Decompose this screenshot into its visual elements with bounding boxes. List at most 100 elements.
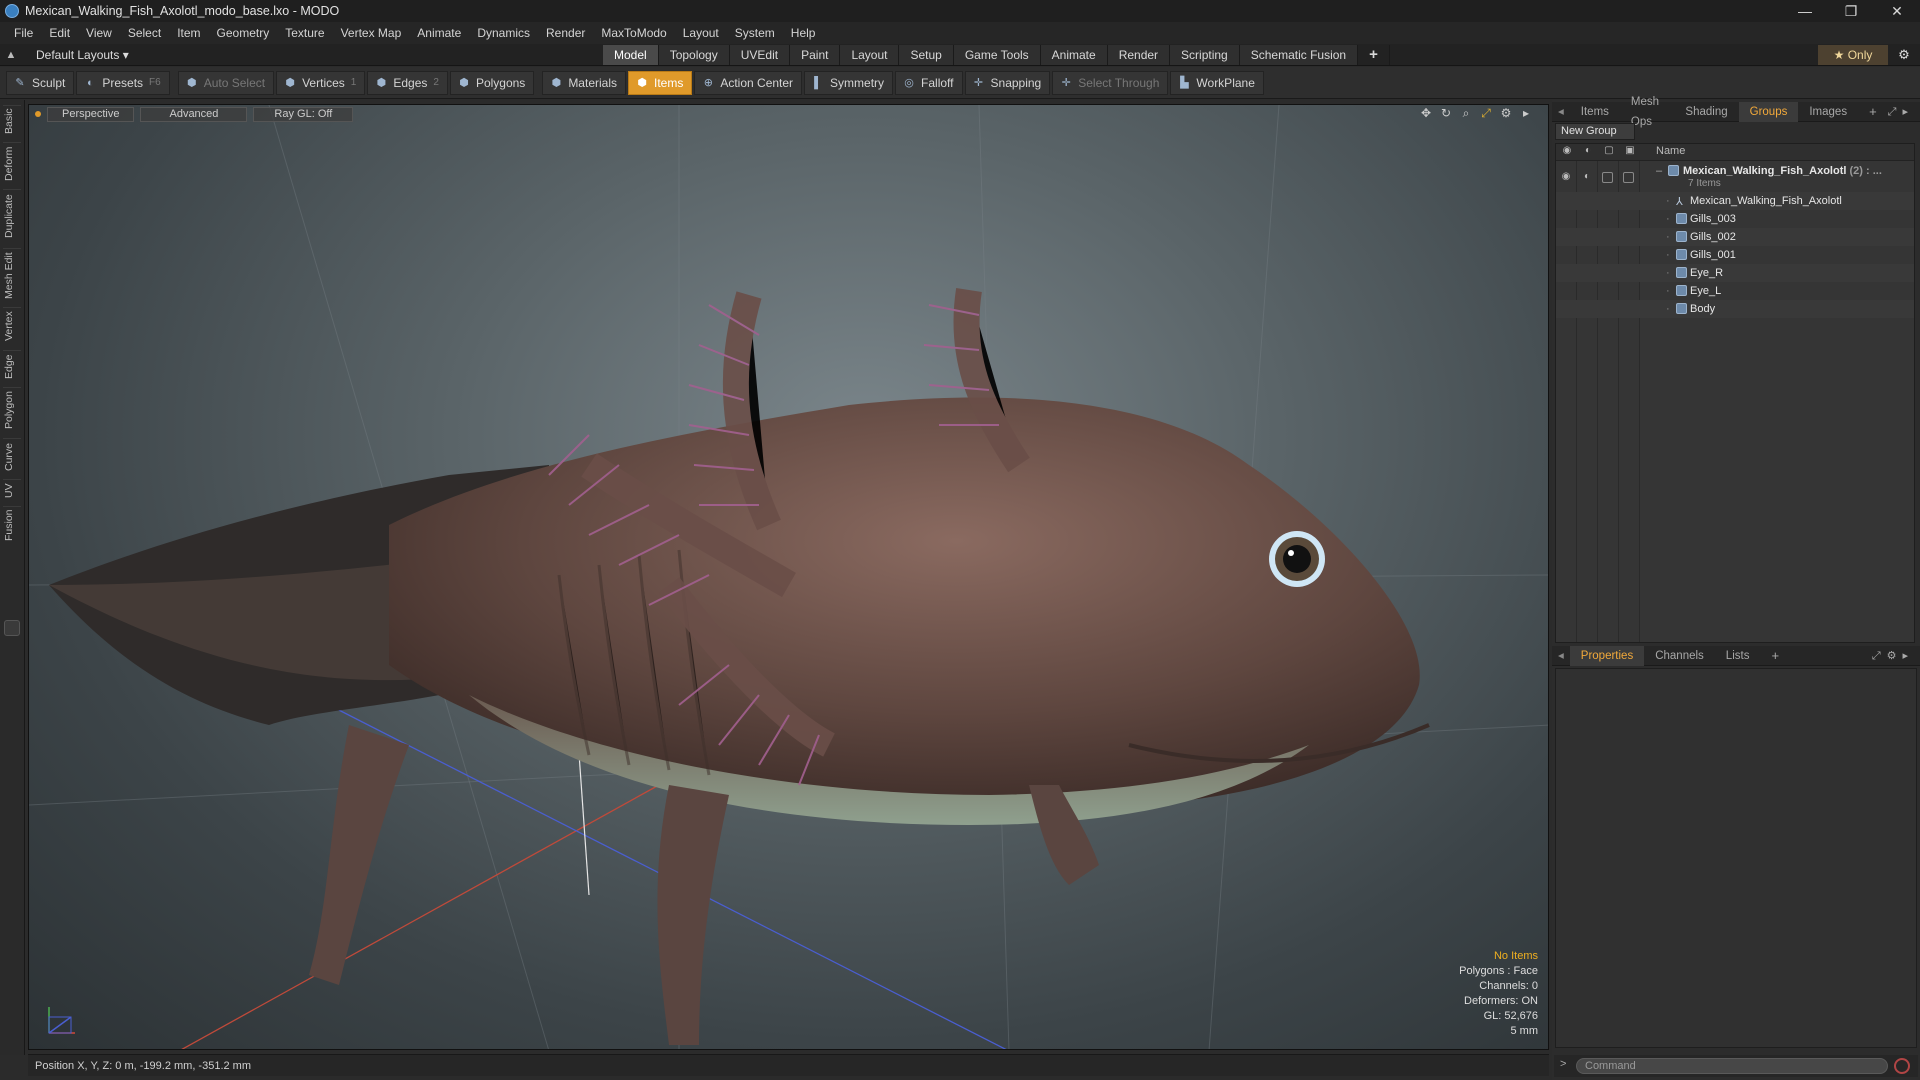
- viewport-gear-icon[interactable]: ⚙: [1496, 106, 1516, 121]
- menu-view[interactable]: View: [78, 26, 120, 40]
- menu-render[interactable]: Render: [538, 26, 593, 40]
- menu-layout[interactable]: Layout: [675, 26, 727, 40]
- 3d-viewport[interactable]: Perspective Advanced Ray GL: Off ✥ ↻ ⌕ ⤢…: [28, 104, 1549, 1050]
- vtab-uv[interactable]: UV: [3, 479, 21, 501]
- bottom-panel-menu-icon[interactable]: ◂: [1552, 646, 1570, 666]
- vtab-fusion[interactable]: Fusion: [3, 506, 21, 544]
- items-button[interactable]: ⬢ Items: [628, 70, 693, 95]
- tab-animate[interactable]: Animate: [1040, 45, 1108, 65]
- menu-help[interactable]: Help: [783, 26, 824, 40]
- workplane-button[interactable]: ▙ WorkPlane: [1170, 70, 1264, 95]
- menu-animate[interactable]: Animate: [409, 26, 469, 40]
- add-bottom-tab-button[interactable]: +: [1760, 646, 1790, 666]
- select-through-button[interactable]: ✛ Select Through: [1052, 70, 1169, 95]
- perspective-dropdown[interactable]: Perspective: [47, 106, 135, 122]
- materials-button[interactable]: ⬢ Materials: [542, 70, 626, 95]
- panel-menu-icon[interactable]: ◂: [1552, 102, 1570, 122]
- viewport-more-icon[interactable]: ▸: [1516, 106, 1536, 121]
- pan-icon[interactable]: ✥: [1416, 106, 1436, 121]
- command-history-icon[interactable]: >: [1560, 1058, 1566, 1070]
- minimize-button[interactable]: —: [1782, 0, 1828, 22]
- tab-items[interactable]: Items: [1570, 102, 1620, 122]
- menu-geometry[interactable]: Geometry: [209, 26, 278, 40]
- polygons-button[interactable]: ⬢ Polygons: [449, 70, 535, 95]
- raygl-dropdown[interactable]: Ray GL: Off: [253, 106, 354, 122]
- tab-lists[interactable]: Lists: [1715, 646, 1761, 666]
- tree-item-body[interactable]: · Body: [1556, 300, 1914, 318]
- menu-system[interactable]: System: [727, 26, 783, 40]
- menu-vertex-map[interactable]: Vertex Map: [333, 26, 410, 40]
- tab-channels[interactable]: Channels: [1644, 646, 1715, 666]
- tree-item-gills-002[interactable]: · Gills_002: [1556, 228, 1914, 246]
- vertices-button[interactable]: ⬢ Vertices 1: [276, 70, 366, 95]
- zoom-icon[interactable]: ⌕: [1456, 106, 1476, 121]
- group-select-checkbox[interactable]: [1623, 172, 1634, 183]
- tab-render[interactable]: Render: [1107, 45, 1171, 65]
- vtab-vertex[interactable]: Vertex: [3, 307, 21, 345]
- tree-item-eye-l[interactable]: · Eye_L: [1556, 282, 1914, 300]
- tab-groups[interactable]: Groups: [1738, 101, 1799, 122]
- vtab-curve[interactable]: Curve: [3, 438, 21, 474]
- vtab-polygon[interactable]: Polygon: [3, 387, 21, 433]
- new-group-button[interactable]: New Group: [1555, 123, 1635, 140]
- vtab-deform[interactable]: Deform: [3, 142, 21, 184]
- viewport-menu-dot-icon[interactable]: [35, 111, 41, 117]
- action-center-button[interactable]: ⊕ Action Center: [694, 70, 803, 95]
- vtab-basic[interactable]: Basic: [3, 105, 21, 137]
- tree-item-locator[interactable]: · ⅄ Mexican_Walking_Fish_Axolotl: [1556, 192, 1914, 210]
- auto-select-button[interactable]: ⬢ Auto Select: [177, 70, 275, 95]
- menu-file[interactable]: File: [6, 26, 41, 40]
- home-icon[interactable]: ▲: [0, 49, 22, 61]
- add-panel-tab-button[interactable]: +: [1858, 102, 1888, 122]
- menu-texture[interactable]: Texture: [277, 26, 332, 40]
- tab-schematic-fusion[interactable]: Schematic Fusion: [1239, 45, 1359, 65]
- falloff-button[interactable]: ◎ Falloff: [895, 70, 963, 95]
- gear-icon[interactable]: ⚙: [1892, 45, 1916, 65]
- tree-item-eye-r[interactable]: · Eye_R: [1556, 264, 1914, 282]
- vtab-duplicate[interactable]: Duplicate: [3, 189, 21, 243]
- layout-dropdown[interactable]: Default Layouts ▾: [22, 48, 137, 62]
- group-collapse-icon[interactable]: –: [1656, 165, 1662, 177]
- group-lock-checkbox[interactable]: [1602, 172, 1613, 183]
- menu-item[interactable]: Item: [169, 26, 208, 40]
- tab-topology[interactable]: Topology: [658, 45, 730, 65]
- tab-uvedit[interactable]: UVEdit: [729, 45, 791, 65]
- rotate-icon[interactable]: ↻: [1436, 106, 1456, 121]
- vtab-mesh-edit[interactable]: Mesh Edit: [3, 248, 21, 302]
- menu-dynamics[interactable]: Dynamics: [469, 26, 538, 40]
- tab-properties[interactable]: Properties: [1569, 645, 1645, 666]
- add-tab-button[interactable]: +: [1358, 45, 1390, 65]
- bottom-panel-expand-icon[interactable]: ⤢⚙▸: [1872, 649, 1920, 663]
- command-run-icon[interactable]: [1894, 1058, 1910, 1074]
- only-button[interactable]: ★ Only: [1818, 45, 1888, 65]
- snapping-button[interactable]: ✛ Snapping: [964, 70, 1051, 95]
- tab-model[interactable]: Model: [603, 45, 659, 65]
- panel-expand-icon[interactable]: ⤢▸: [1888, 105, 1920, 119]
- tab-shading[interactable]: Shading: [1674, 102, 1738, 122]
- menu-select[interactable]: Select: [120, 26, 169, 40]
- symmetry-button[interactable]: ▌ Symmetry: [804, 70, 894, 95]
- sculpt-button[interactable]: ✎ Sculpt: [6, 70, 75, 95]
- close-button[interactable]: ✕: [1874, 0, 1920, 22]
- group-visibility-icon[interactable]: ◉: [1559, 171, 1573, 182]
- tab-layout[interactable]: Layout: [840, 45, 900, 65]
- group-row[interactable]: ◉ ◐ – Mexican_Walking_Fish_Axolotl (2) :…: [1556, 162, 1914, 192]
- vtab-edge[interactable]: Edge: [3, 350, 21, 382]
- tab-scripting[interactable]: Scripting: [1170, 45, 1240, 65]
- fit-icon[interactable]: ⤢: [1476, 106, 1496, 121]
- tree-item-gills-001[interactable]: · Gills_001: [1556, 246, 1914, 264]
- maximize-button[interactable]: ❐: [1828, 0, 1874, 22]
- advanced-dropdown[interactable]: Advanced: [140, 106, 248, 122]
- tab-setup[interactable]: Setup: [899, 45, 954, 65]
- tree-item-gills-003[interactable]: · Gills_003: [1556, 210, 1914, 228]
- edges-button[interactable]: ⬢ Edges 2: [367, 70, 448, 95]
- presets-button[interactable]: ◐ Presets F6: [76, 70, 170, 95]
- menu-edit[interactable]: Edit: [41, 26, 78, 40]
- palette-toggle-icon[interactable]: [4, 620, 20, 636]
- group-render-icon[interactable]: ◐: [1580, 171, 1594, 182]
- menu-maxtomodo[interactable]: MaxToModo: [593, 26, 674, 40]
- command-input[interactable]: Command: [1576, 1058, 1888, 1074]
- tab-paint[interactable]: Paint: [790, 45, 841, 65]
- tab-game-tools[interactable]: Game Tools: [953, 45, 1041, 65]
- tab-images[interactable]: Images: [1798, 102, 1858, 122]
